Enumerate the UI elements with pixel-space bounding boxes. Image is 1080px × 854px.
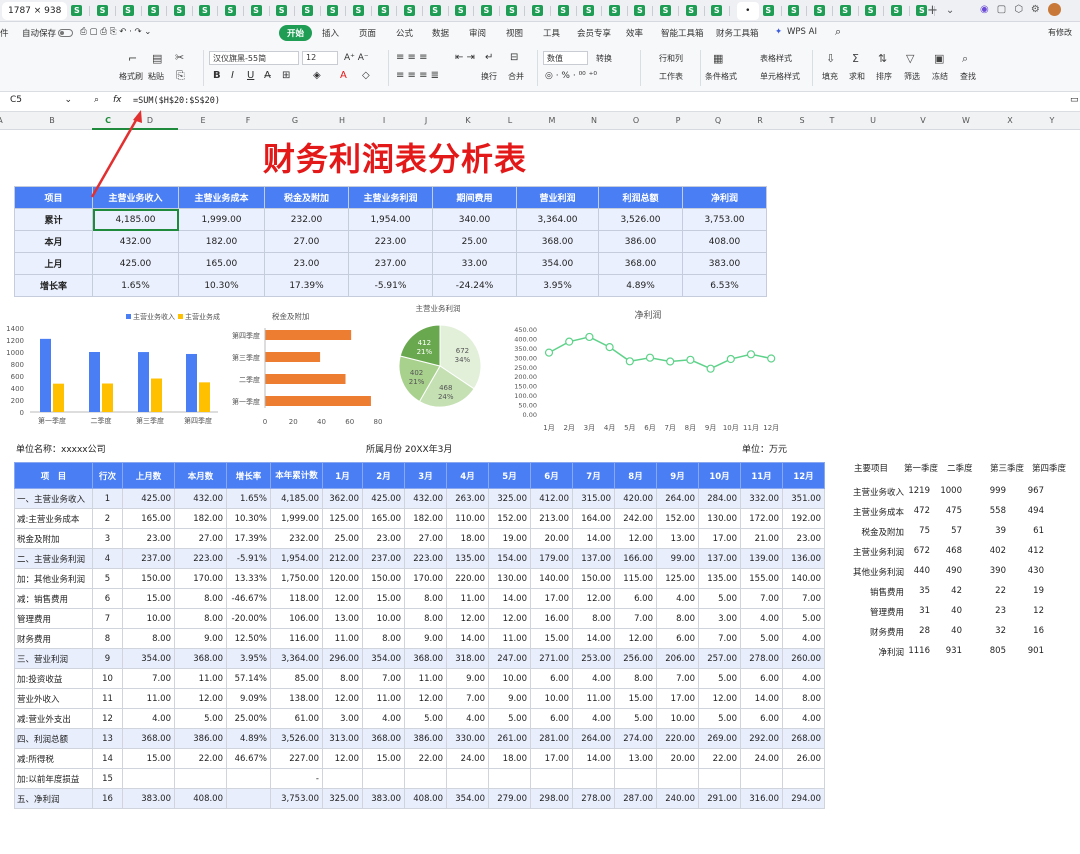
annotation-arrow: [90, 110, 142, 198]
spreadsheet-app: 1787 × 938 S S S S S S S S S S S S S S S S S S S S S S S S S S • S S…: [0, 0, 1080, 854]
arrow-line: [90, 114, 141, 198]
